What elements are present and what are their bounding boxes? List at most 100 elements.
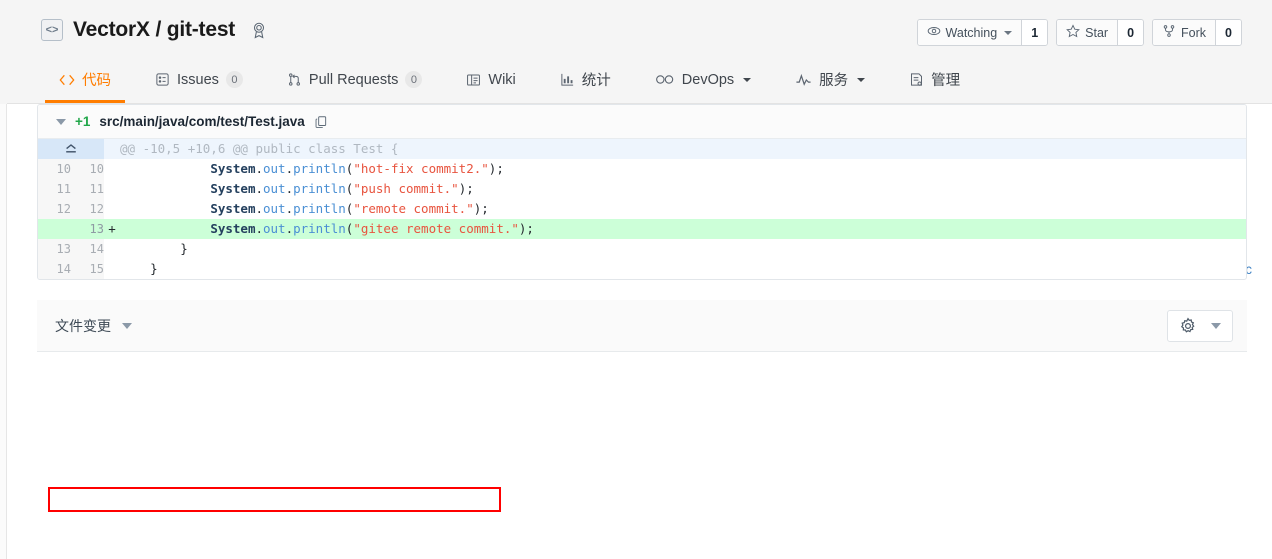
page-title[interactable]: VectorX / git-test (73, 18, 235, 42)
repo-action-buttons: Watching 1 Star 0 Fork 0 (916, 19, 1242, 46)
chevron-down-icon (1211, 322, 1221, 329)
chevron-down-icon (122, 322, 132, 329)
left-rail-top (0, 0, 7, 104)
pr-icon (287, 72, 302, 87)
repo-title-line: <> VectorX / git-test (41, 18, 269, 42)
devops-icon (655, 73, 675, 86)
tab-wiki[interactable]: Wiki (444, 56, 537, 103)
diff-old-line-number (38, 219, 71, 239)
eye-icon (927, 24, 941, 41)
copy-icon[interactable] (314, 115, 328, 129)
tab-devops-label: DevOps (681, 71, 735, 88)
tab-statistics[interactable]: 统计 (538, 56, 633, 103)
tab-wiki-label: Wiki (488, 71, 516, 88)
diff-sign (104, 179, 120, 199)
diff-code-line[interactable]: System.out.println("push commit."); (120, 179, 1246, 199)
table-row-added: 13 + System.out.println("gitee remote co… (38, 219, 1246, 239)
fork-icon (1162, 24, 1176, 41)
diff-new-line-number: 13 (71, 219, 104, 239)
watching-label: Watching (945, 25, 998, 40)
diff-file-header: +1 src/main/java/com/test/Test.java (38, 105, 1246, 139)
star-count[interactable]: 0 (1117, 20, 1144, 45)
chevron-down-icon[interactable] (56, 118, 66, 125)
watching-main[interactable]: Watching (917, 20, 1022, 45)
award-badge-icon (249, 19, 269, 41)
diff-new-line-number: 14 (71, 239, 104, 259)
diff-code-line[interactable]: System.out.println("gitee remote commit.… (120, 219, 1246, 239)
table-row: 11 11 System.out.println("push commit.")… (38, 179, 1246, 199)
tab-devops[interactable]: DevOps (633, 56, 773, 103)
diff-hunk-sign (104, 139, 120, 159)
fork-button[interactable]: Fork 0 (1152, 19, 1242, 46)
file-changes-label: 文件变更 (55, 317, 111, 334)
star-label: Star (1085, 25, 1109, 40)
star-main[interactable]: Star (1057, 20, 1118, 45)
diff-new-line-number: 10 (71, 159, 104, 179)
tab-manage[interactable]: 管理 (887, 56, 982, 103)
main-content: ❮ 提交 / 6f24147ab1ce91fcd794d73c5c96bc111… (7, 104, 1272, 559)
tab-service[interactable]: 服务 (773, 56, 887, 103)
file-changes-bar: 文件变更 (37, 300, 1247, 352)
page-root: <> VectorX / git-test Watching 1 Star 0 … (0, 0, 1272, 559)
tab-pull-requests[interactable]: Pull Requests 0 (265, 56, 444, 103)
code-icon (59, 73, 75, 87)
watching-count[interactable]: 1 (1021, 20, 1048, 45)
diff-file-path[interactable]: src/main/java/com/test/Test.java (99, 114, 304, 129)
chevron-down-icon (1004, 30, 1013, 35)
tab-service-label: 服务 (819, 73, 849, 89)
expand-up-icon (38, 143, 104, 155)
diff-old-line-number: 13 (38, 239, 71, 259)
diff-container: +1 src/main/java/com/test/Test.java @@ -… (37, 104, 1247, 280)
code-brackets-icon: <> (41, 19, 63, 41)
star-button[interactable]: Star 0 (1056, 19, 1145, 46)
expand-hunk-button[interactable] (38, 139, 104, 159)
diff-code-line[interactable]: System.out.println("hot-fix commit2."); (120, 159, 1246, 179)
tab-pull-requests-label: Pull Requests (308, 71, 399, 88)
table-row: 10 10 System.out.println("hot-fix commit… (38, 159, 1246, 179)
diff-code-line[interactable]: System.out.println("remote commit."); (120, 199, 1246, 219)
diff-new-line-number: 11 (71, 179, 104, 199)
diff-hunk-header-row: @@ -10,5 +10,6 @@ public class Test { (38, 139, 1246, 159)
diff-additions-count: +1 (75, 114, 91, 129)
repo-nav-tabs: 代码 Issues 0 Pull Requests 0 Wiki 统计 DevO… (7, 56, 1272, 104)
tab-issues-count: 0 (225, 71, 243, 88)
diff-old-line-number: 10 (38, 159, 71, 179)
watching-button[interactable]: Watching 1 (916, 19, 1049, 46)
diff-code-line[interactable]: } (120, 259, 1246, 279)
diff-hunk-header-text: @@ -10,5 +10,6 @@ public class Test { (120, 139, 1246, 159)
manage-icon (909, 72, 924, 87)
tab-manage-label: 管理 (931, 73, 961, 89)
service-icon (795, 73, 812, 87)
diff-table: @@ -10,5 +10,6 @@ public class Test { 10… (38, 139, 1246, 279)
fork-count[interactable]: 0 (1215, 20, 1241, 45)
table-row: 13 14 } (38, 239, 1246, 259)
left-rail (0, 0, 7, 559)
tab-code-label: 代码 (82, 73, 111, 89)
diff-sign (104, 239, 120, 259)
tab-issues-label: Issues (177, 71, 219, 88)
issue-icon (155, 72, 170, 87)
fork-label: Fork (1181, 25, 1207, 40)
file-changes-toggle[interactable]: 文件变更 (55, 316, 132, 336)
diff-sign (104, 159, 120, 179)
diff-old-line-number: 14 (38, 259, 71, 279)
diff-old-line-number: 11 (38, 179, 71, 199)
chevron-down-icon (743, 77, 752, 82)
tab-code[interactable]: 代码 (37, 56, 133, 103)
gear-icon (1179, 317, 1197, 335)
wiki-icon (466, 73, 481, 87)
star-icon (1066, 24, 1081, 41)
tab-statistics-label: 统计 (581, 73, 611, 89)
diff-settings-button[interactable] (1167, 309, 1233, 342)
table-row: 14 15 } (38, 259, 1246, 279)
diff-table-body: @@ -10,5 +10,6 @@ public class Test { 10… (38, 139, 1246, 279)
chevron-down-icon (857, 77, 866, 82)
tab-issues[interactable]: Issues 0 (133, 56, 265, 103)
diff-code-line[interactable]: } (120, 239, 1246, 259)
diff-sign: + (104, 219, 120, 239)
fork-main[interactable]: Fork (1153, 20, 1216, 45)
table-row: 12 12 System.out.println("remote commit.… (38, 199, 1246, 219)
diff-sign (104, 259, 120, 279)
diff-new-line-number: 15 (71, 259, 104, 279)
diff-sign (104, 199, 120, 219)
